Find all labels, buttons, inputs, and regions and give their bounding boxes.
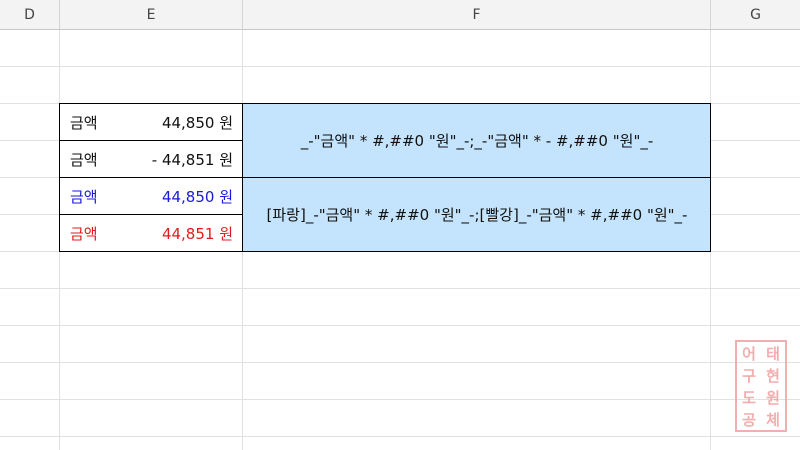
table-border <box>710 103 711 252</box>
grid-line <box>0 362 800 363</box>
column-header-d[interactable]: D <box>0 0 60 30</box>
cell-e-row3[interactable]: 금액 44,850 원 <box>60 178 243 214</box>
cell-label: 금액 <box>70 224 98 243</box>
format-code-text: [파랑]_-"금액" * #,##0 "원"_-;[빨강]_-"금액" * #,… <box>266 206 688 224</box>
table-border <box>59 177 711 178</box>
seal-char: 어 <box>742 344 756 363</box>
grid-line <box>0 399 800 400</box>
seal-char: 구 <box>742 366 756 385</box>
seal-char: 공 <box>742 410 756 429</box>
seal-char: 원 <box>766 388 780 407</box>
format-code-cell-1[interactable]: _-"금액" * #,##0 "원"_-;_-"금액" * - #,##0 "원… <box>243 104 711 177</box>
seal-char: 현 <box>766 366 780 385</box>
column-header-e[interactable]: E <box>60 0 243 30</box>
table-border <box>242 103 243 252</box>
cell-e-row4[interactable]: 금액 44,851 원 <box>60 215 243 251</box>
cell-amount: - 44,851 원 <box>151 150 233 169</box>
grid-line <box>0 288 800 289</box>
table-border <box>59 103 711 104</box>
grid-line <box>0 325 800 326</box>
cell-amount: 44,850 원 <box>161 187 233 206</box>
cell-amount: 44,851 원 <box>161 224 233 243</box>
cell-label: 금액 <box>70 113 98 132</box>
table-border <box>59 140 243 141</box>
cell-label: 금액 <box>70 150 98 169</box>
seal-char: 태 <box>766 344 780 363</box>
cell-amount: 44,850 원 <box>161 113 233 132</box>
seal-stamp: 어 태 구 현 도 원 공 체 <box>735 340 787 432</box>
grid-line <box>0 436 800 437</box>
table-border <box>59 251 711 252</box>
spreadsheet-grid: D E F G 금액 44,850 원 금액 - 44,851 원 금액 44,… <box>0 0 800 450</box>
seal-char: 도 <box>742 388 756 407</box>
seal-char: 체 <box>766 410 780 429</box>
cell-label: 금액 <box>70 187 98 206</box>
cell-e-row2[interactable]: 금액 - 44,851 원 <box>60 141 243 177</box>
format-code-text: _-"금액" * #,##0 "원"_-;_-"금액" * - #,##0 "원… <box>300 132 654 150</box>
column-header-f[interactable]: F <box>243 0 711 30</box>
table-border <box>59 214 243 215</box>
column-header-g[interactable]: G <box>711 0 800 30</box>
format-code-cell-2[interactable]: [파랑]_-"금액" * #,##0 "원"_-;[빨강]_-"금액" * #,… <box>243 178 711 251</box>
grid-line <box>0 66 800 67</box>
table-border <box>59 103 60 252</box>
cell-e-row1[interactable]: 금액 44,850 원 <box>60 104 243 140</box>
